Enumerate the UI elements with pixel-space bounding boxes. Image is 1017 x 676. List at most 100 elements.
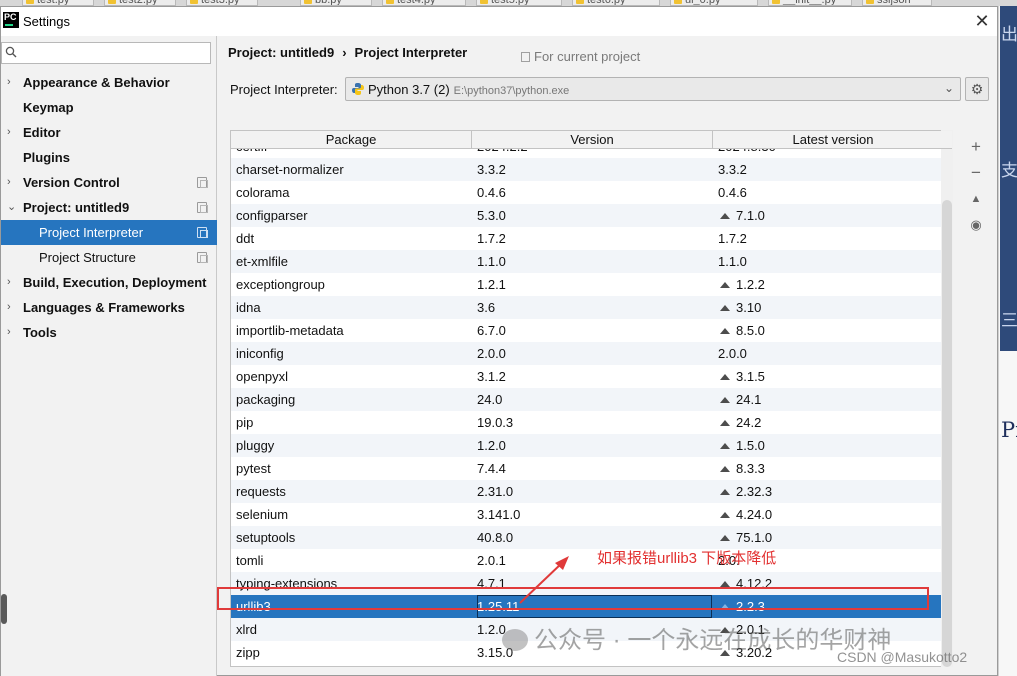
version-cell: 1.25.11 xyxy=(477,595,712,618)
show-early-releases-button[interactable]: ◉ xyxy=(966,212,986,238)
package-cell: zipp xyxy=(236,641,471,664)
upgrade-available-icon xyxy=(720,466,730,472)
chevron-down-icon[interactable]: ⌄ xyxy=(7,195,16,220)
version-cell-text: 1.2.0 xyxy=(477,438,506,453)
package-cell-text: requests xyxy=(236,484,286,499)
table-row[interactable]: charset-normalizer 3.3.2 3.3.2 xyxy=(231,158,952,181)
latest-version-cell: 3.3.2 xyxy=(718,158,948,181)
latest-version-cell-text: 1.5.0 xyxy=(736,438,765,453)
window-title: Settings xyxy=(23,14,70,29)
sidebar-item-project-interpreter[interactable]: Project Interpreter xyxy=(1,220,217,245)
sidebar-item-label: Version Control xyxy=(23,175,120,190)
version-cell-text: 7.4.4 xyxy=(477,461,506,476)
table-row[interactable]: idna 3.6 3.10 xyxy=(231,296,952,319)
sidebar-item-build-execution-deployment[interactable]: › Build, Execution, Deployment xyxy=(1,270,217,295)
table-row[interactable]: pip 19.0.3 24.2 xyxy=(231,411,952,434)
version-cell: 1.2.1 xyxy=(477,273,712,296)
table-row[interactable]: iniconfig 2.0.0 2.0.0 xyxy=(231,342,952,365)
close-button[interactable]: ✕ xyxy=(969,8,995,34)
table-row[interactable]: urllib3 1.25.11 2.2.3 xyxy=(231,595,952,618)
interpreter-name: Python 3.7 (2) xyxy=(368,82,450,97)
package-cell-text: packaging xyxy=(236,392,296,407)
table-row[interactable]: colorama 0.4.6 0.4.6 xyxy=(231,181,952,204)
sidebar-item-label: Project: untitled9 xyxy=(23,200,130,215)
sidebar-item-project-untitled9[interactable]: ⌄ Project: untitled9 xyxy=(1,195,217,220)
sidebar-item-plugins[interactable]: Plugins xyxy=(1,145,217,170)
chevron-right-icon[interactable]: › xyxy=(7,70,11,95)
sidebar-item-appearance-behavior[interactable]: › Appearance & Behavior xyxy=(1,70,217,95)
chevron-right-icon[interactable]: › xyxy=(7,320,11,345)
upgrade-available-icon xyxy=(720,328,730,334)
upgrade-available-icon xyxy=(720,420,730,426)
version-cell: 19.0.3 xyxy=(477,411,712,434)
latest-version-cell: 8.5.0 xyxy=(718,319,948,342)
table-scrollbar[interactable] xyxy=(941,130,953,667)
latest-version-cell-text: 24.1 xyxy=(736,392,762,407)
column-header-latest-version[interactable]: Latest version xyxy=(713,131,952,149)
latest-version-cell-text: 8.3.3 xyxy=(736,461,765,476)
version-cell-text: 3.15.0 xyxy=(477,645,514,660)
version-cell-text: 2.0.0 xyxy=(477,346,506,361)
table-row[interactable]: configparser 5.3.0 7.1.0 xyxy=(231,204,952,227)
latest-version-cell-text: 2.0.0 xyxy=(718,346,747,361)
latest-version-cell: 24.1 xyxy=(718,388,948,411)
title-bar: PC Settings ✕ xyxy=(1,7,997,36)
package-cell-text: importlib-metadata xyxy=(236,323,344,338)
package-cell: selenium xyxy=(236,503,471,526)
settings-search-input[interactable] xyxy=(1,42,211,64)
sidebar-item-languages-frameworks[interactable]: › Languages & Frameworks xyxy=(1,295,217,320)
version-cell: 1.2.0 xyxy=(477,434,712,457)
latest-version-cell-text: 1.7.2 xyxy=(718,231,747,246)
remove-package-button[interactable]: − xyxy=(966,160,986,186)
table-row[interactable]: ddt 1.7.2 1.7.2 xyxy=(231,227,952,250)
table-row[interactable]: importlib-metadata 6.7.0 8.5.0 xyxy=(231,319,952,342)
sidebar-item-tools[interactable]: › Tools xyxy=(1,320,217,345)
sidebar-item-editor[interactable]: › Editor xyxy=(1,120,217,145)
table-scrollbar-thumb[interactable] xyxy=(942,200,952,667)
interpreter-dropdown[interactable]: Python 3.7 (2) E:\python37\python.exe ⌄ xyxy=(345,77,961,101)
sidebar-item-project-structure[interactable]: Project Structure xyxy=(1,245,217,270)
sidebar-scroll-handle[interactable] xyxy=(1,594,7,624)
package-cell: typing-extensions xyxy=(236,572,471,595)
project-scope-icon xyxy=(521,52,530,62)
table-row[interactable]: packaging 24.0 24.1 xyxy=(231,388,952,411)
upgrade-package-button[interactable]: ▲ xyxy=(966,186,986,212)
table-row[interactable]: zipp 3.15.0 3.20.2 xyxy=(231,641,952,664)
table-row[interactable]: tomli 2.0.1 2.0. xyxy=(231,549,952,572)
table-row[interactable]: typing-extensions 4.7.1 4.12.2 xyxy=(231,572,952,595)
table-row[interactable]: openpyxl 3.1.2 3.1.5 xyxy=(231,365,952,388)
table-row[interactable]: et-xmlfile 1.1.0 1.1.0 xyxy=(231,250,952,273)
table-row[interactable]: selenium 3.141.0 4.24.0 xyxy=(231,503,952,526)
package-cell: urllib3 xyxy=(236,595,471,618)
chevron-right-icon[interactable]: › xyxy=(7,270,11,295)
version-cell: 7.4.4 xyxy=(477,457,712,480)
column-header-version[interactable]: Version xyxy=(472,131,713,149)
add-package-button[interactable]: + xyxy=(966,134,986,160)
table-row[interactable]: exceptiongroup 1.2.1 1.2.2 xyxy=(231,273,952,296)
column-header-package[interactable]: Package xyxy=(231,131,472,149)
version-cell: 3.15.0 xyxy=(477,641,712,664)
sidebar-item-version-control[interactable]: › Version Control xyxy=(1,170,217,195)
background-glyph: 出 xyxy=(1001,25,1017,45)
latest-version-cell: 1.1.0 xyxy=(718,250,948,273)
package-cell: setuptools xyxy=(236,526,471,549)
table-row[interactable]: setuptools 40.8.0 75.1.0 xyxy=(231,526,952,549)
latest-version-cell-text: 7.1.0 xyxy=(736,208,765,223)
table-row[interactable]: xlrd 1.2.0 2.0.1 xyxy=(231,618,952,641)
chevron-down-icon: ⌄ xyxy=(943,81,954,95)
package-cell-text: openpyxl xyxy=(236,369,289,384)
sidebar-item-label: Project Interpreter xyxy=(39,225,144,240)
version-cell-text: 1.1.0 xyxy=(477,254,506,269)
table-row[interactable]: requests 2.31.0 2.32.3 xyxy=(231,480,952,503)
table-row[interactable]: pluggy 1.2.0 1.5.0 xyxy=(231,434,952,457)
latest-version-cell: 3.1.5 xyxy=(718,365,948,388)
chevron-right-icon[interactable]: › xyxy=(7,120,11,145)
table-row[interactable]: pytest 7.4.4 8.3.3 xyxy=(231,457,952,480)
chevron-right-icon[interactable]: › xyxy=(7,295,11,320)
package-cell-text: urllib3 xyxy=(236,599,271,614)
sidebar-item-keymap[interactable]: Keymap xyxy=(1,95,217,120)
latest-version-cell: 4.12.2 xyxy=(718,572,948,595)
chevron-right-icon[interactable]: › xyxy=(7,170,11,195)
package-cell-text: pluggy xyxy=(236,438,275,453)
interpreter-settings-button[interactable]: ⚙ xyxy=(965,77,989,101)
